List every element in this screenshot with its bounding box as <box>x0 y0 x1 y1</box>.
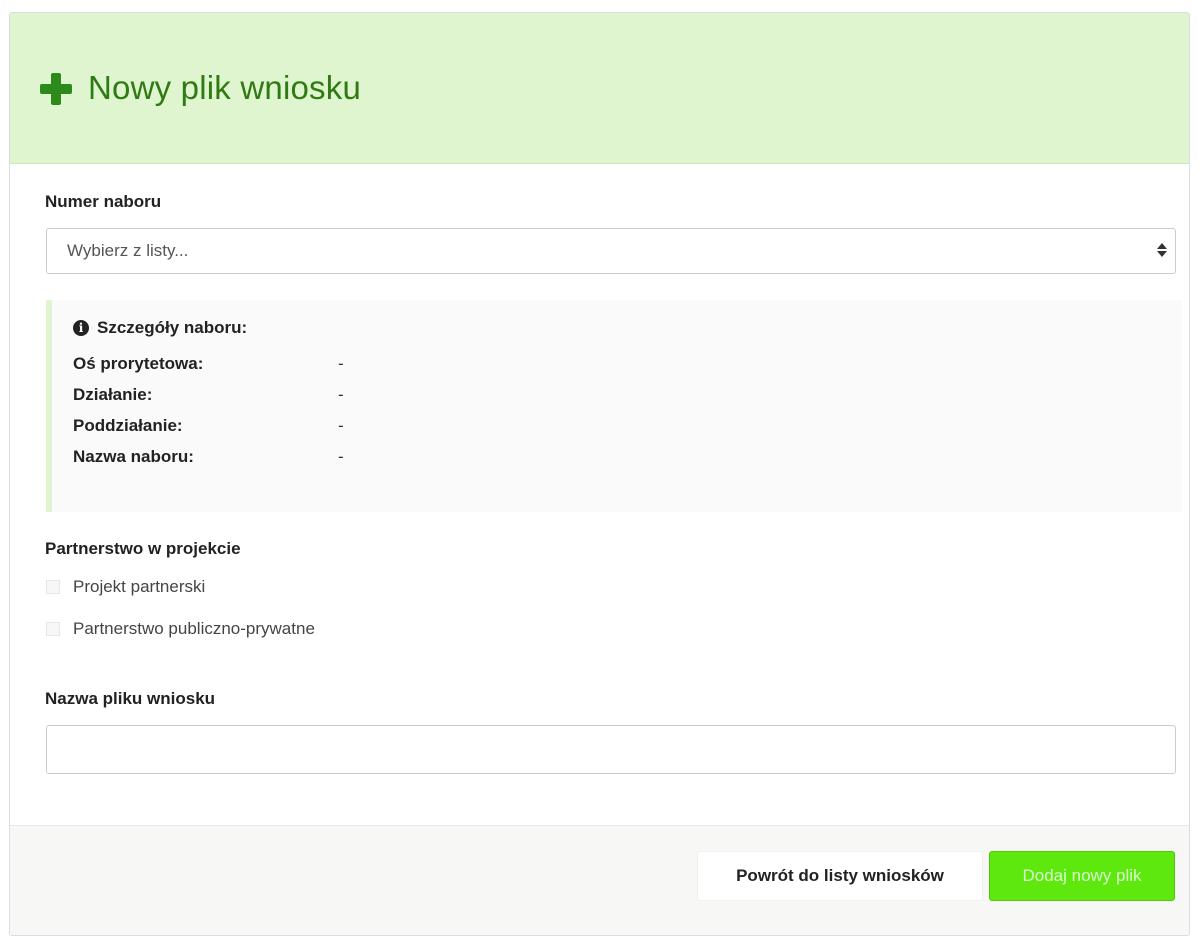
nazwa-pliku-input[interactable] <box>46 725 1176 774</box>
select-arrows-icon <box>1157 241 1167 261</box>
info-icon: i <box>73 320 89 336</box>
detail-row-nazwa: Nazwa naboru: - <box>73 441 1182 472</box>
numer-naboru-selected-value: Wybierz z listy... <box>67 241 189 260</box>
detail-row-dzialanie: Działanie: - <box>73 379 1182 410</box>
add-new-file-button[interactable]: Dodaj nowy plik <box>989 851 1175 901</box>
detail-row-poddzialanie: Poddziałanie: - <box>73 410 1182 441</box>
detail-key: Działanie: <box>73 384 153 404</box>
detail-value: - <box>338 415 344 435</box>
numer-naboru-label: Numer naboru <box>45 192 162 211</box>
panel-footer: Powrót do listy wniosków Dodaj nowy plik <box>10 825 1189 935</box>
page-title: Nowy plik wniosku <box>88 69 361 106</box>
detail-row-os: Oś prorytetowa: - <box>73 348 1182 379</box>
new-file-panel: Nowy plik wniosku Numer naboru Wybierz z… <box>9 12 1190 936</box>
detail-value: - <box>338 446 344 466</box>
details-box: i Szczegóły naboru: Oś prorytetowa: - Dz… <box>46 300 1182 512</box>
projekt-partnerski-checkbox[interactable] <box>46 580 60 594</box>
checkbox-label: Projekt partnerski <box>73 577 206 596</box>
checkbox-label: Partnerstwo publiczno-prywatne <box>73 619 315 638</box>
back-to-list-button[interactable]: Powrót do listy wniosków <box>697 851 983 901</box>
projekt-partnerski-option[interactable]: Projekt partnerski <box>46 577 205 597</box>
partnerstwo-ppp-checkbox[interactable] <box>46 622 60 636</box>
panel-heading: Nowy plik wniosku <box>10 13 1189 164</box>
detail-key: Poddziałanie: <box>73 415 183 435</box>
numer-naboru-select[interactable]: Wybierz z listy... <box>46 228 1176 274</box>
detail-value: - <box>338 384 344 404</box>
partnerstwo-ppp-option[interactable]: Partnerstwo publiczno-prywatne <box>46 619 315 639</box>
details-title: i Szczegóły naboru: <box>73 318 1182 338</box>
detail-value: - <box>338 353 344 373</box>
nazwa-pliku-label: Nazwa pliku wniosku <box>45 689 216 708</box>
detail-key: Oś prorytetowa: <box>73 353 204 373</box>
detail-key: Nazwa naboru: <box>73 446 194 466</box>
partnerstwo-label: Partnerstwo w projekcie <box>45 539 241 558</box>
details-title-text: Szczegóły naboru: <box>97 318 248 337</box>
plus-icon <box>40 73 72 105</box>
